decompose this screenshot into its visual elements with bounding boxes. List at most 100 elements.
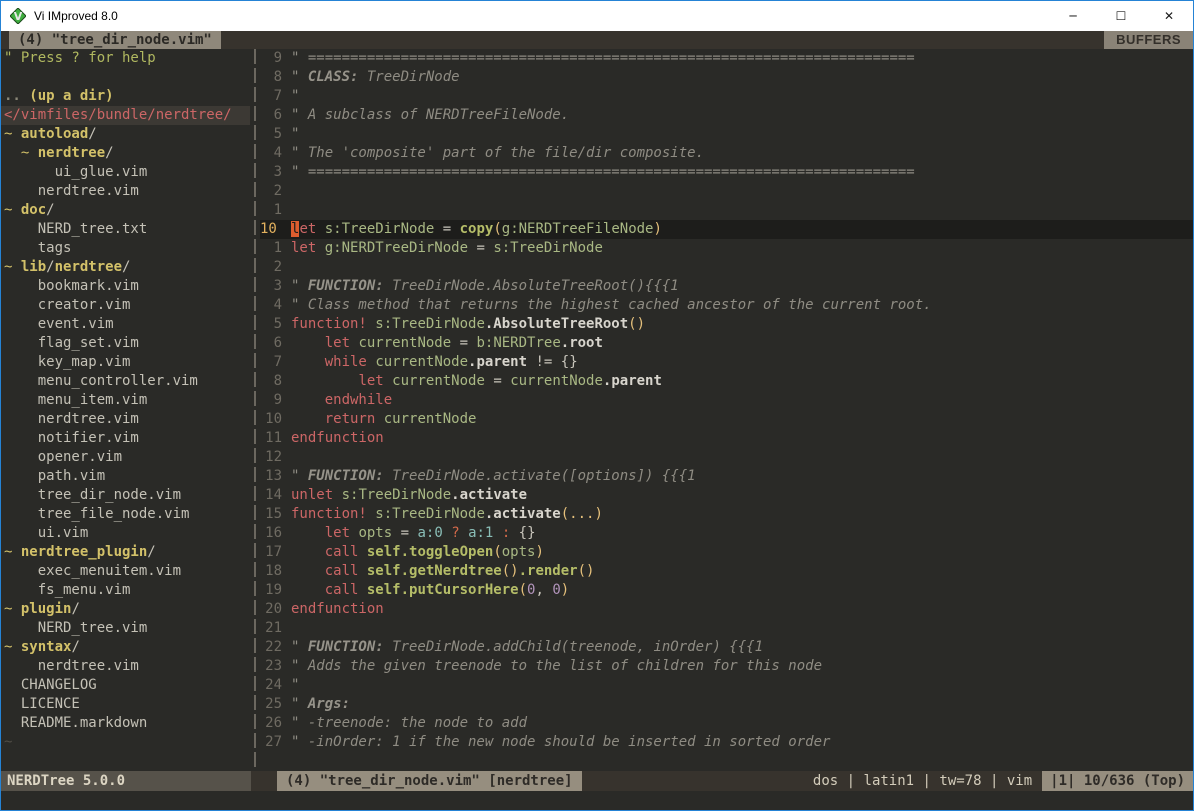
code-line[interactable]: 4" Class method that returns the highest… [260,296,1193,315]
tree-item[interactable]: LICENCE [1,695,250,714]
code-line[interactable]: 23" Adds the given treenode to the list … [260,657,1193,676]
tree-item[interactable]: path.vim [1,467,250,486]
tree-root-item[interactable]: </vimfiles/bundle/nerdtree/ [1,106,250,125]
syntax-segment: a:0 [417,525,442,541]
title-bar: V Vi IMproved 8.0 ─ ☐ ✕ [1,1,1193,31]
code-line[interactable]: 25" Args: [260,695,1193,714]
code-line[interactable]: 2 [260,182,1193,201]
tree-item[interactable]: notifier.vim [1,429,250,448]
tree-item[interactable] [1,68,250,87]
tree-item[interactable]: ~ nerdtree/ [1,144,250,163]
syntax-segment: " -inOrder: 1 if the new node should be … [291,734,830,750]
code-line[interactable]: 10 return currentNode [260,410,1193,429]
code-text: function! s:TreeDirNode.AbsoluteTreeRoot… [291,315,1193,334]
code-line[interactable]: 13" FUNCTION: TreeDirNode.activate([opti… [260,467,1193,486]
tree-item[interactable]: " Press ? for help [1,49,250,68]
syntax-segment: ( [519,582,527,598]
tree-item[interactable]: ~ lib/nerdtree/ [1,258,250,277]
code-line[interactable]: 14unlet s:TreeDirNode.activate [260,486,1193,505]
tree-item[interactable]: tags [1,239,250,258]
tree-item[interactable]: ~ syntax/ [1,638,250,657]
tree-item[interactable]: ~ doc/ [1,201,250,220]
code-line[interactable]: 11endfunction [260,429,1193,448]
syntax-segment: () [578,563,595,579]
tree-item[interactable]: tree_dir_node.vim [1,486,250,505]
syntax-segment: flag_set.vim [4,335,139,351]
code-line[interactable]: 7 while currentNode.parent != {} [260,353,1193,372]
tree-item[interactable]: event.vim [1,315,250,334]
code-line[interactable]: 18 call self.getNerdtree().render() [260,562,1193,581]
tree-item[interactable]: fs_menu.vim [1,581,250,600]
tab-tree-dir-node[interactable]: (4) "tree_dir_node.vim" [9,31,221,49]
syntax-segment: / [46,259,54,275]
code-line[interactable]: 24" [260,676,1193,695]
code-line[interactable]: 12 [260,448,1193,467]
code-line[interactable]: 1let g:NERDTreeDirNode = s:TreeDirNode [260,239,1193,258]
code-line[interactable]: 5function! s:TreeDirNode.AbsoluteTreeRoo… [260,315,1193,334]
code-line[interactable]: 6" A subclass of NERDTreeFileNode. [260,106,1193,125]
maximize-button[interactable]: ☐ [1097,1,1145,31]
tree-item[interactable]: ui.vim [1,524,250,543]
syntax-segment: opener.vim [4,449,122,465]
tree-item[interactable]: key_map.vim [1,353,250,372]
code-line[interactable]: 27" -inOrder: 1 if the new node should b… [260,733,1193,752]
syntax-segment [358,563,366,579]
code-line[interactable]: 19 call self.putCursorHere(0, 0) [260,581,1193,600]
command-line[interactable] [1,791,1193,810]
code-line[interactable]: 8" CLASS: TreeDirNode [260,68,1193,87]
code-text: " -inOrder: 1 if the new node should be … [291,733,1193,752]
code-line[interactable]: 26" -treenode: the node to add [260,714,1193,733]
code-line[interactable]: 16 let opts = a:0 ? a:1 : {} [260,524,1193,543]
code-line[interactable]: 4" The 'composite' part of the file/dir … [260,144,1193,163]
tree-item[interactable]: ~ [1,733,250,752]
code-line[interactable]: 5" [260,125,1193,144]
tree-item[interactable]: flag_set.vim [1,334,250,353]
tree-item[interactable]: nerdtree.vim [1,182,250,201]
tree-item[interactable]: NERD_tree.vim [1,619,250,638]
code-line[interactable]: 9 endwhile [260,391,1193,410]
tree-item[interactable]: ~ nerdtree_plugin/ [1,543,250,562]
syntax-segment: / [105,145,113,161]
tree-item[interactable]: bookmark.vim [1,277,250,296]
tree-item[interactable]: creator.vim [1,296,250,315]
tree-item[interactable]: ui_glue.vim [1,163,250,182]
window-separator[interactable] [250,49,260,771]
code-line[interactable]: 15function! s:TreeDirNode.activate(...) [260,505,1193,524]
code-line[interactable]: 17 call self.toggleOpen(opts) [260,543,1193,562]
syntax-segment: = [468,240,493,256]
syntax-segment: " [291,278,308,294]
code-line-current[interactable]: 10let s:TreeDirNode = copy(g:NERDTreeFil… [260,220,1193,239]
tree-item[interactable]: menu_item.vim [1,391,250,410]
tree-item[interactable]: exec_menuitem.vim [1,562,250,581]
tree-item[interactable]: opener.vim [1,448,250,467]
code-line[interactable]: 6 let currentNode = b:NERDTree.root [260,334,1193,353]
code-line[interactable]: 8 let currentNode = currentNode.parent [260,372,1193,391]
tree-item[interactable]: .. (up a dir) [1,87,250,106]
syntax-segment: " [291,88,299,104]
tree-item[interactable]: ~ plugin/ [1,600,250,619]
syntax-segment: = [485,373,510,389]
tree-item[interactable]: menu_controller.vim [1,372,250,391]
code-line[interactable]: 20endfunction [260,600,1193,619]
code-line[interactable]: 7" [260,87,1193,106]
code-line[interactable]: 22" FUNCTION: TreeDirNode.addChild(treen… [260,638,1193,657]
syntax-segment: while [325,354,367,370]
close-button[interactable]: ✕ [1145,1,1193,31]
code-line[interactable]: 3" FUNCTION: TreeDirNode.AbsoluteTreeRoo… [260,277,1193,296]
tree-item[interactable]: ~ autoload/ [1,125,250,144]
code-line[interactable]: 3" =====================================… [260,163,1193,182]
syntax-segment: currentNode [510,373,603,389]
tree-item[interactable]: README.markdown [1,714,250,733]
code-line[interactable]: 1 [260,201,1193,220]
tree-item[interactable]: CHANGELOG [1,676,250,695]
tree-item[interactable]: nerdtree.vim [1,657,250,676]
minimize-button[interactable]: ─ [1049,1,1097,31]
tree-item[interactable]: tree_file_node.vim [1,505,250,524]
tree-item[interactable]: NERD_tree.txt [1,220,250,239]
code-line[interactable]: 2 [260,258,1193,277]
code-line[interactable]: 9" =====================================… [260,49,1193,68]
code-line[interactable]: 21 [260,619,1193,638]
syntax-segment: let [291,240,316,256]
tree-item[interactable]: nerdtree.vim [1,410,250,429]
separator: | [914,773,939,789]
